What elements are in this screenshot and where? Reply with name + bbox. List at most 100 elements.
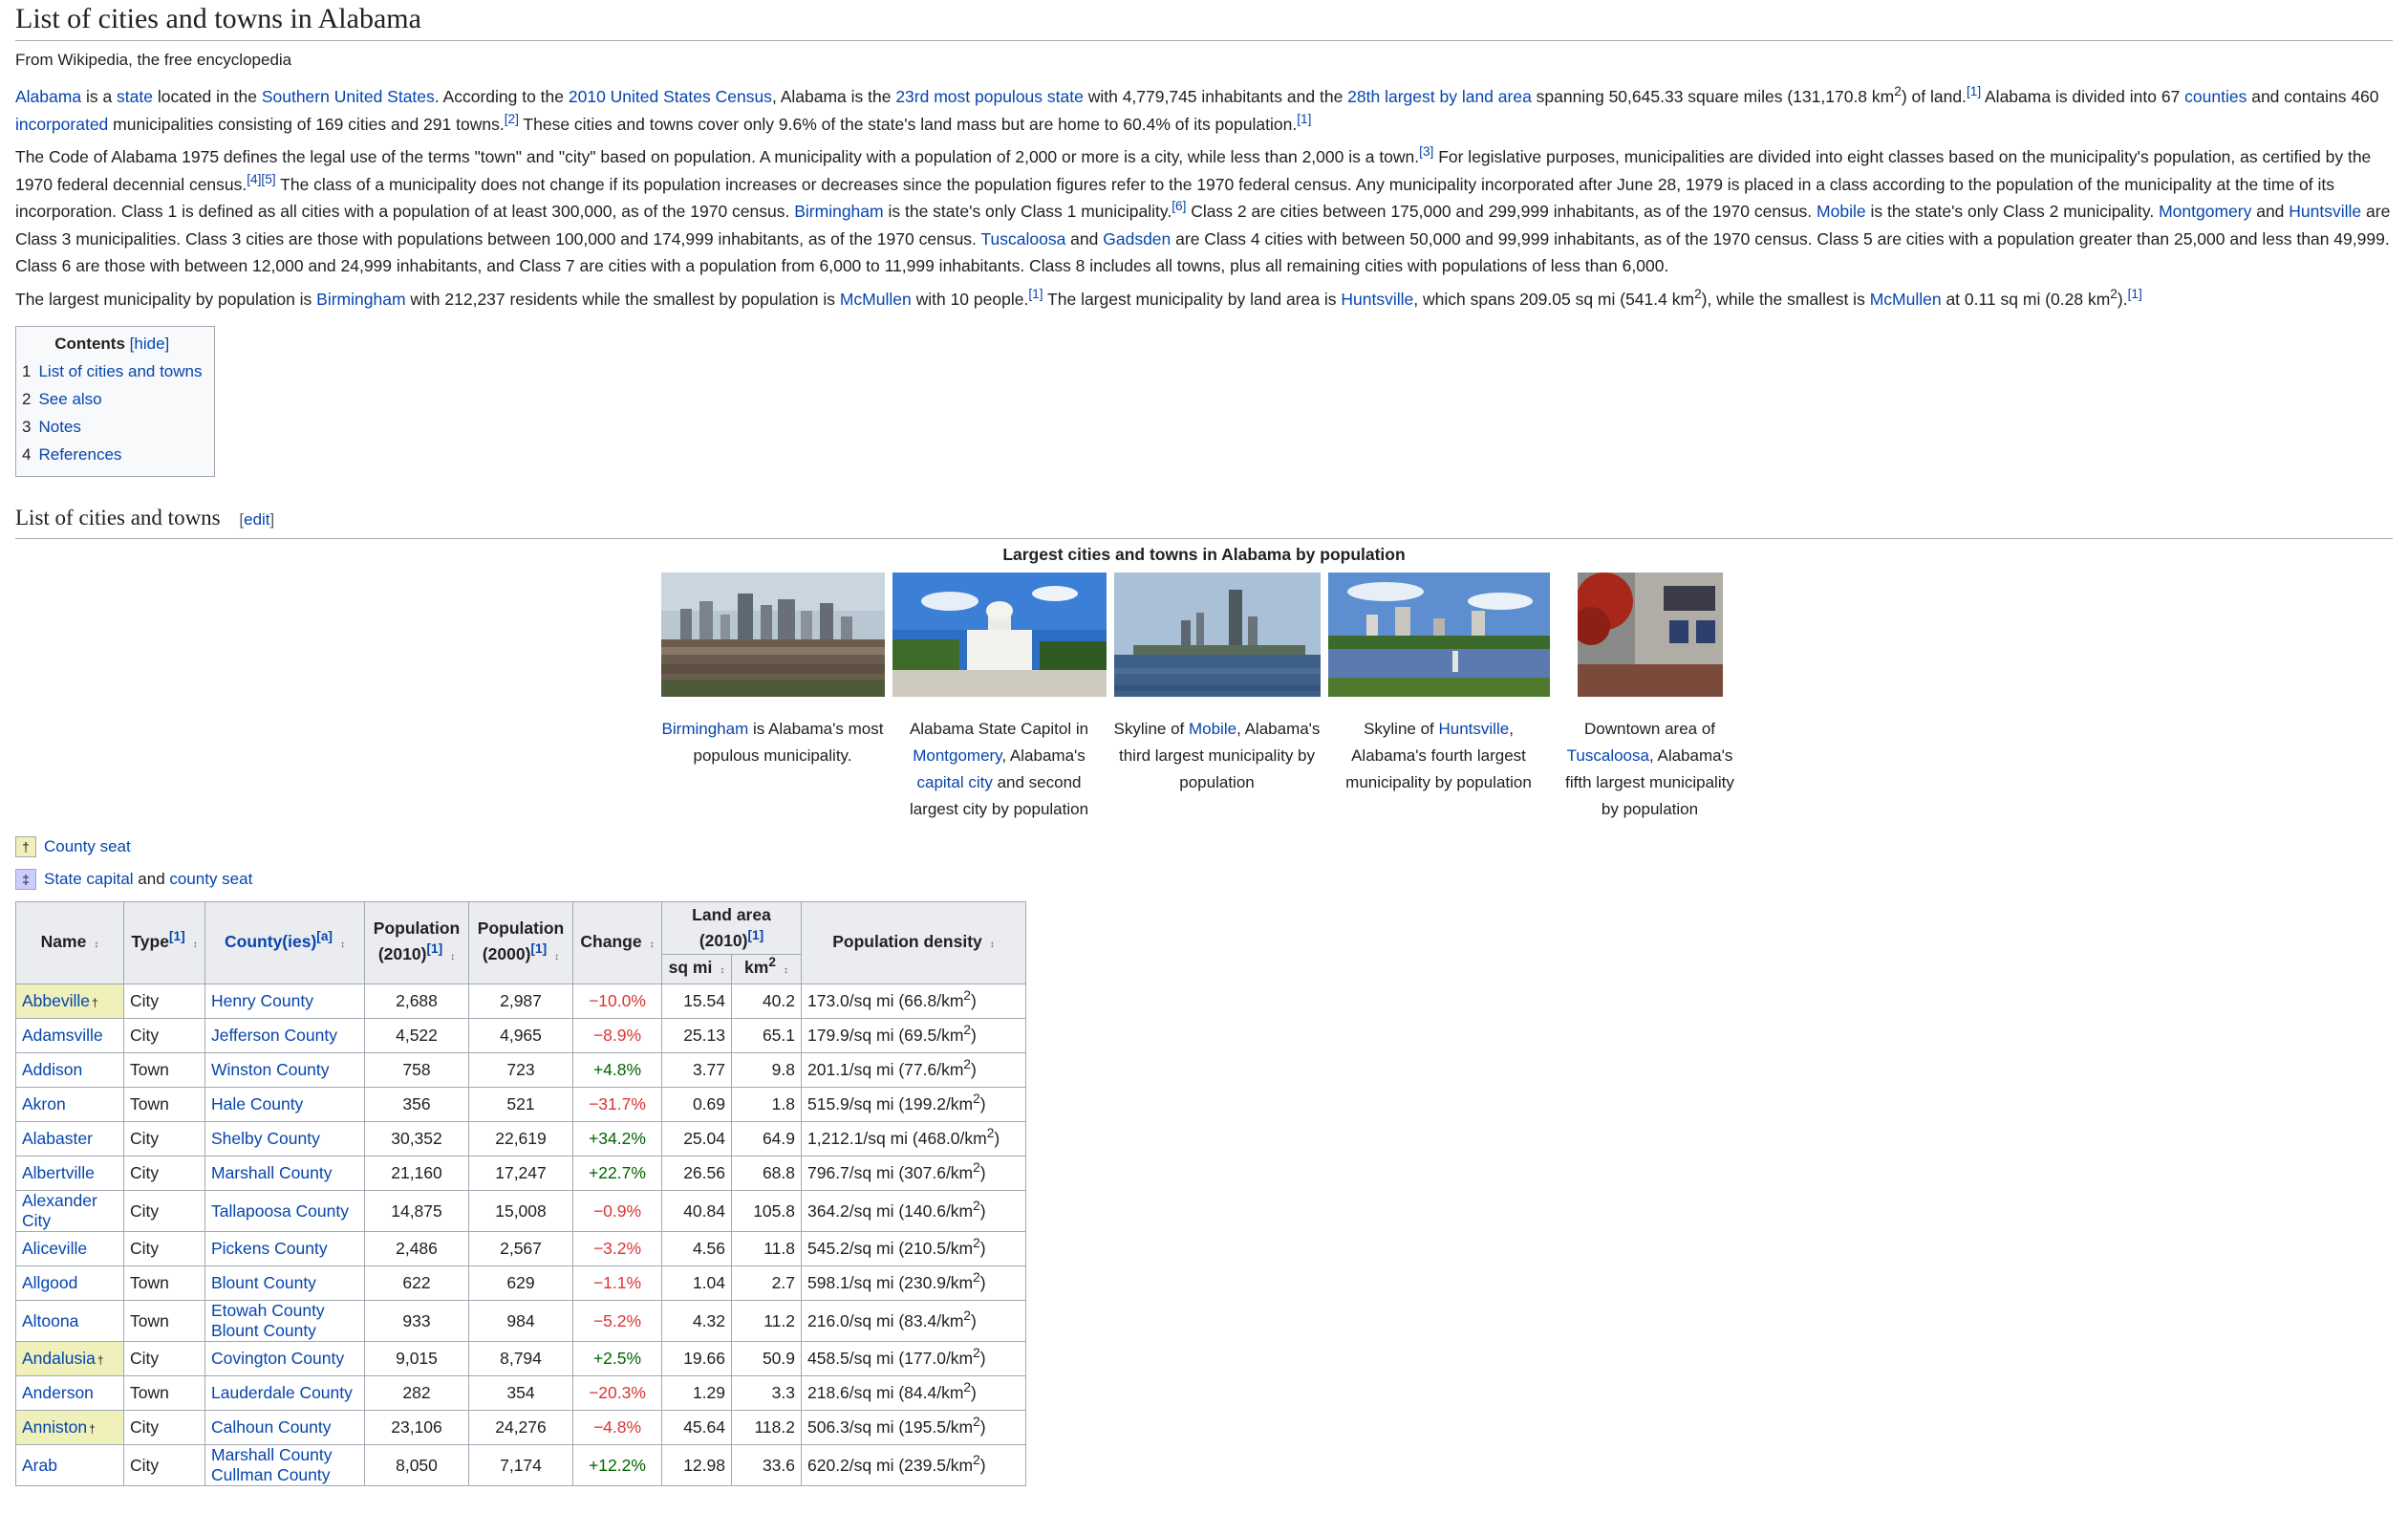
ref-link[interactable]: [3] [1419, 144, 1433, 159]
link-birmingham[interactable]: Birmingham [316, 290, 405, 309]
city-link[interactable]: Anderson [22, 1383, 94, 1402]
county-link[interactable]: Lauderdale County [211, 1383, 353, 1402]
mobile-skyline-image[interactable] [1113, 573, 1321, 697]
city-link[interactable]: Albertville [22, 1163, 95, 1182]
sort-icon[interactable]: ↕ [94, 940, 98, 950]
city-link[interactable]: Alexander City [22, 1191, 97, 1230]
sort-icon[interactable]: ↕ [193, 940, 198, 950]
sort-icon[interactable]: ↕ [554, 952, 559, 962]
edit-link[interactable]: edit [244, 510, 269, 529]
birmingham-skyline-image[interactable] [660, 573, 885, 697]
county-link[interactable]: Etowah County [211, 1301, 325, 1320]
toc-hide-toggle[interactable]: [hide] [130, 335, 170, 353]
ref-link[interactable]: [1] [1028, 287, 1043, 301]
link-huntsville[interactable]: Huntsville [2289, 202, 2361, 221]
ref-link[interactable]: [6] [1172, 199, 1186, 213]
huntsville-skyline-image[interactable] [1327, 573, 1550, 697]
link-state[interactable]: state [117, 87, 153, 106]
sort-icon[interactable]: ↕ [450, 952, 455, 962]
link-counties[interactable]: counties [2184, 87, 2247, 106]
toc-link[interactable]: Notes [38, 418, 80, 436]
link-huntsville[interactable]: Huntsville [1341, 290, 1413, 309]
ref-link[interactable]: [4][5] [247, 172, 275, 186]
link-largest-area[interactable]: 28th largest by land area [1347, 87, 1532, 106]
toc-item[interactable]: 2 See also [22, 385, 203, 413]
city-link[interactable]: Anniston [22, 1417, 87, 1437]
county-link[interactable]: Shelby County [211, 1129, 320, 1148]
ref-link[interactable]: [1] [1967, 84, 1981, 98]
city-link[interactable]: Alabaster [22, 1129, 93, 1148]
sort-icon[interactable]: ↕ [340, 940, 345, 950]
toc-link[interactable]: List of cities and towns [38, 362, 202, 380]
link-census[interactable]: 2010 United States Census [569, 87, 772, 106]
tuscaloosa-downtown-image[interactable] [1577, 573, 1723, 697]
caption-link[interactable]: Huntsville [1439, 720, 1510, 738]
sort-icon[interactable]: ↕ [990, 940, 995, 950]
link-mobile[interactable]: Mobile [1817, 202, 1866, 221]
caption-link[interactable]: Birmingham [662, 720, 749, 738]
link-birmingham[interactable]: Birmingham [794, 202, 883, 221]
county-link[interactable]: Blount County [211, 1321, 316, 1340]
ref-link[interactable]: [1] [1297, 112, 1311, 126]
ref-link[interactable]: [1] [169, 929, 185, 943]
city-link[interactable]: Altoona [22, 1311, 78, 1330]
col-pop2010[interactable]: Population (2010)[1] ↕ [364, 901, 469, 984]
toc-link[interactable]: References [38, 445, 121, 464]
county-link[interactable]: Covington County [211, 1349, 344, 1368]
state-capital-link[interactable]: State capital [44, 870, 134, 889]
county-link[interactable]: Henry County [211, 991, 313, 1010]
link-tuscaloosa[interactable]: Tuscaloosa [980, 229, 1065, 249]
link-gadsden[interactable]: Gadsden [1103, 229, 1171, 249]
sort-icon[interactable]: ↕ [650, 940, 655, 950]
link-populous[interactable]: 23rd most populous state [895, 87, 1084, 106]
ref-link[interactable]: [1] [2128, 287, 2142, 301]
ref-link[interactable]: [1] [530, 941, 547, 956]
caption-link[interactable]: Tuscaloosa [1567, 746, 1649, 765]
city-link[interactable]: Adamsville [22, 1026, 103, 1045]
toc-item[interactable]: 4 References [22, 441, 203, 468]
county-link[interactable]: Marshall County [211, 1445, 332, 1464]
montgomery-capitol-image[interactable] [892, 573, 1107, 697]
county-link[interactable]: Calhoun County [211, 1417, 332, 1437]
toc-item[interactable]: 1 List of cities and towns [22, 357, 203, 385]
city-link[interactable]: Allgood [22, 1273, 77, 1292]
col-type[interactable]: Type[1] ↕ [123, 901, 205, 984]
ref-link[interactable]: [1] [747, 928, 763, 942]
link-mcmullen[interactable]: McMullen [840, 290, 912, 309]
link-montgomery[interactable]: Montgomery [2159, 202, 2251, 221]
county-link[interactable]: Cullman County [211, 1465, 331, 1484]
ref-link[interactable]: [a] [316, 929, 333, 943]
city-link[interactable]: Akron [22, 1094, 66, 1113]
ref-link[interactable]: [1] [426, 941, 442, 956]
link-incorporated[interactable]: incorporated [15, 115, 108, 134]
link-southern-us[interactable]: Southern United States [262, 87, 435, 106]
county-link[interactable]: Winston County [211, 1060, 330, 1079]
county-link[interactable]: Jefferson County [211, 1026, 337, 1045]
col-km2[interactable]: km2 ↕ [731, 954, 802, 984]
col-change[interactable]: Change ↕ [572, 901, 662, 984]
ref-link[interactable]: [2] [505, 112, 519, 126]
city-link[interactable]: Andalusia [22, 1349, 96, 1368]
city-link[interactable]: Abbeville [22, 991, 90, 1010]
county-link[interactable]: Pickens County [211, 1239, 328, 1258]
col-sqmi[interactable]: sq mi ↕ [661, 954, 732, 984]
link-alabama[interactable]: Alabama [15, 87, 81, 106]
sort-icon[interactable]: ↕ [784, 965, 788, 976]
county-link[interactable]: Marshall County [211, 1163, 332, 1182]
county-link[interactable]: Hale County [211, 1094, 303, 1113]
col-density[interactable]: Population density ↕ [801, 901, 1026, 984]
link-mcmullen[interactable]: McMullen [1870, 290, 1942, 309]
caption-link[interactable]: Mobile [1189, 720, 1236, 738]
col-name[interactable]: Name ↕ [15, 901, 124, 984]
city-link[interactable]: Arab [22, 1456, 57, 1475]
city-link[interactable]: Aliceville [22, 1239, 87, 1258]
col-pop2000[interactable]: Population (2000)[1] ↕ [468, 901, 573, 984]
col-county[interactable]: County(ies)[a] ↕ [204, 901, 365, 984]
header-link[interactable]: County(ies) [225, 932, 316, 951]
county-link[interactable]: Blount County [211, 1273, 316, 1292]
county-seat-link[interactable]: county seat [169, 870, 252, 889]
toc-item[interactable]: 3 Notes [22, 413, 203, 441]
city-link[interactable]: Addison [22, 1060, 82, 1079]
county-link[interactable]: Tallapoosa County [211, 1201, 349, 1221]
caption-link[interactable]: Montgomery [913, 746, 1001, 765]
